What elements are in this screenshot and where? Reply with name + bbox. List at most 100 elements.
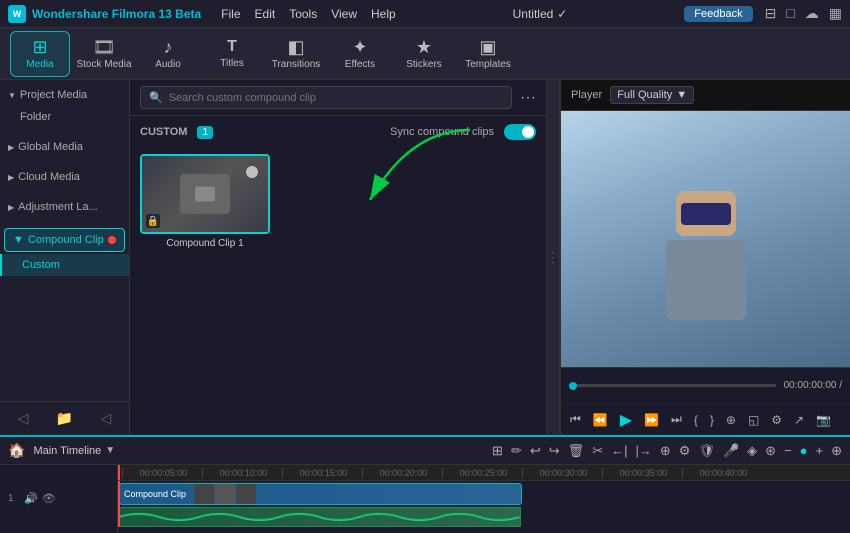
menu-edit[interactable]: Edit	[255, 7, 276, 21]
timeline-dropdown-icon[interactable]: ▼	[105, 445, 115, 456]
feedback-button[interactable]: Feedback	[684, 6, 752, 22]
sidebar-section-cloud-media: ▶ Cloud Media	[0, 162, 129, 192]
toolbar-transitions[interactable]: ◧ Transitions	[266, 31, 326, 77]
zoom-slider[interactable]: ●	[800, 443, 808, 459]
timeline-content: 1 🔊 👁 00:00:05:00 00:00:10:00 00:00:15:0…	[0, 465, 850, 533]
settings-button[interactable]: ⚙	[768, 411, 785, 429]
sidebar-project-media-label: Project Media	[20, 89, 87, 101]
clip-camera-shape	[195, 187, 215, 202]
quality-select[interactable]: Full Quality ▼	[610, 86, 694, 104]
arrow-down-icon2: ▼	[13, 234, 24, 246]
clip-person-shape	[180, 174, 230, 214]
more-tools-icon[interactable]: ⊕	[660, 443, 671, 459]
preview-controls: 00:00:00:00 /	[561, 367, 850, 403]
shield-icon[interactable]: 🛡	[698, 443, 715, 459]
sidebar-collapse-icon[interactable]: ◁	[101, 410, 112, 427]
mark-out-button[interactable]: }	[707, 411, 717, 429]
trim-right-icon[interactable]: |→	[635, 443, 651, 459]
crop-button[interactable]: ◱	[745, 411, 762, 429]
custom-section-label: CUSTOM	[140, 126, 187, 138]
play-button[interactable]: ▶	[617, 408, 635, 432]
sidebar-compound-clip-header[interactable]: ▼ Compound Clip	[4, 228, 125, 252]
snapshot-button[interactable]: 📷	[813, 411, 834, 429]
ruler-mark-6: 00:00:35:00	[602, 468, 682, 478]
playhead[interactable]	[118, 465, 120, 480]
split-audio-icon[interactable]: ◈	[747, 443, 757, 459]
search-input[interactable]	[169, 92, 503, 104]
toolbar-titles[interactable]: T Titles	[202, 31, 262, 77]
toolbar-stickers[interactable]: ★ Stickers	[394, 31, 454, 77]
window-controls: ⊟ □ ☁ ▦	[765, 5, 842, 22]
sidebar-section-global-media: ▶ Global Media	[0, 132, 129, 162]
next-frame-button[interactable]: ⏭	[668, 410, 685, 429]
app-icon: W	[8, 5, 26, 23]
maximize-icon[interactable]: □	[786, 5, 794, 22]
edit-tool-icon[interactable]: ✏	[511, 443, 522, 459]
content-header: 🔍 ···	[130, 80, 546, 116]
track-speaker-icon[interactable]: 🔊	[24, 492, 38, 505]
content-panel: 🔍 ··· CUSTOM 1 Sync compound clips	[130, 80, 546, 435]
fullscreen-button[interactable]: ↗	[791, 411, 807, 429]
ruler-mark-2: 00:00:15:00	[282, 468, 362, 478]
toolbar-media[interactable]: ⊞ Media	[10, 31, 70, 77]
settings-icon[interactable]: ⚙	[679, 443, 691, 459]
rewind-button[interactable]: ⏪	[590, 411, 611, 429]
sidebar-global-media-header[interactable]: ▶ Global Media	[0, 136, 129, 158]
sidebar-folder[interactable]: Folder	[0, 106, 129, 128]
ruler-mark-1: 00:00:10:00	[202, 468, 282, 478]
menu-tools[interactable]: Tools	[289, 7, 317, 21]
multi-cam-icon[interactable]: ⊞	[492, 443, 503, 459]
audio-track-playhead	[118, 507, 120, 527]
delete-icon[interactable]: 🗑	[568, 443, 585, 459]
grid-icon[interactable]: ▦	[829, 5, 842, 22]
sidebar-icon-folder[interactable]: 📁	[56, 410, 73, 427]
track-header-video: 1 🔊 👁	[4, 487, 113, 509]
toolbar-effects[interactable]: ✦ Effects	[330, 31, 390, 77]
audio-icon: ♪	[164, 38, 173, 56]
mic-icon[interactable]: 🎤	[723, 443, 739, 459]
sidebar-icon-left[interactable]: ◁	[18, 410, 29, 427]
compound-clip-indicator	[108, 236, 116, 244]
sidebar-adjustment-label: Adjustment La...	[18, 201, 98, 213]
resize-handle[interactable]: ⋮	[546, 80, 560, 435]
clip-item[interactable]: 🔒 Compound Clip 1	[140, 154, 270, 249]
templates-icon: ▣	[479, 38, 496, 56]
sidebar-project-media-header[interactable]: ▼ Project Media	[0, 84, 129, 106]
cut-icon[interactable]: ✂	[592, 443, 603, 459]
add-marker-button[interactable]: ⊕	[723, 411, 739, 429]
zoom-in-icon[interactable]: +	[816, 443, 824, 459]
more-options-button[interactable]: ···	[520, 89, 536, 107]
menu-file[interactable]: File	[221, 7, 240, 21]
redo-icon[interactable]: ↪	[549, 443, 560, 459]
timeline-home-icon[interactable]: 🏠	[8, 442, 25, 459]
sidebar: ▼ Project Media Folder ▶ Global Media ▶ …	[0, 80, 130, 435]
sidebar-cloud-media-header[interactable]: ▶ Cloud Media	[0, 166, 129, 188]
menu-help[interactable]: Help	[371, 7, 396, 21]
sidebar-adjustment-header[interactable]: ▶ Adjustment La...	[0, 196, 129, 218]
titles-icon: T	[227, 39, 237, 55]
sync-toggle[interactable]	[504, 124, 536, 140]
sidebar-custom[interactable]: Custom	[0, 254, 129, 276]
forward-button[interactable]: ⏩	[641, 411, 662, 429]
trim-left-icon[interactable]: ←|	[611, 443, 627, 459]
cloud-icon[interactable]: ☁	[805, 5, 819, 22]
toolbar-templates[interactable]: ▣ Templates	[458, 31, 518, 77]
track-eye-icon[interactable]: 👁	[42, 492, 56, 505]
preview-progress-bar[interactable]	[569, 384, 776, 387]
preview-head	[676, 191, 736, 236]
sidebar-section-compound-clip: ▼ Compound Clip Custom	[0, 222, 129, 280]
toolbar-audio[interactable]: ♪ Audio	[138, 31, 198, 77]
mark-in-button[interactable]: {	[691, 411, 701, 429]
zoom-out-icon[interactable]: −	[784, 443, 792, 459]
fit-icon[interactable]: ⊕	[831, 443, 842, 459]
speed-icon[interactable]: ⊛	[765, 443, 776, 459]
preview-time-display: 00:00:00:00 /	[784, 380, 842, 391]
menu-view[interactable]: View	[331, 7, 357, 21]
thumb-strip-item	[236, 484, 256, 504]
prev-frame-button[interactable]: ⏮	[567, 410, 584, 429]
minimize-icon[interactable]: ⊟	[765, 5, 777, 22]
toolbar-stock-media[interactable]: 🎞 Stock Media	[74, 31, 134, 77]
undo-icon[interactable]: ↩	[530, 443, 541, 459]
custom-count-badge: 1	[197, 126, 213, 139]
compound-clip-block[interactable]: Compound Clip	[119, 483, 522, 505]
